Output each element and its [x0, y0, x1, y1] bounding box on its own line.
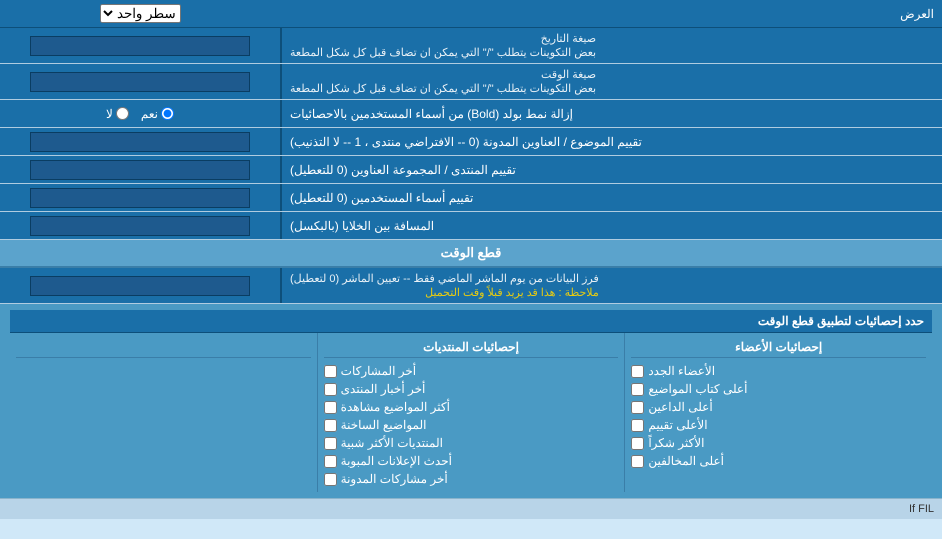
- time-format-label: صيغة الوقت بعض التكوينات يتطلب "/" التي …: [280, 64, 942, 99]
- display-select[interactable]: سطر واحد: [100, 4, 181, 23]
- checkbox-item: المنتديات الأكثر شبية: [324, 434, 619, 452]
- forum-order-label: تقييم المنتدى / المجموعة العناوين (0 للت…: [280, 156, 942, 183]
- forums-col-header: إحصائيات المنتديات: [324, 337, 619, 358]
- checkbox-col-forums: إحصائيات المنتديات أخر المشاركات أخر أخب…: [317, 333, 625, 492]
- users-order-input[interactable]: 0: [30, 188, 250, 208]
- checkbox-most-viewed[interactable]: [324, 401, 337, 414]
- bold-no-radio[interactable]: [116, 107, 129, 120]
- bold-remove-radio-container: نعم لا: [0, 100, 280, 127]
- footer: If FIL: [0, 498, 942, 519]
- checkbox-item: أخر المشاركات: [324, 362, 619, 380]
- checkbox-new-members[interactable]: [631, 365, 644, 378]
- page-title: العرض: [280, 3, 942, 25]
- users-order-input-container: 0: [0, 184, 280, 211]
- spacing-label: المسافة بين الخلايا (بالبكسل): [280, 212, 942, 239]
- checkbox-col-members: إحصائيات الأعضاء الأعضاء الجدد أعلى كتاب…: [624, 333, 932, 492]
- checkboxes-section: حدد إحصائيات لتطبيق قطع الوقت إحصائيات ا…: [0, 304, 942, 498]
- checkbox-item: أكثر المواضيع مشاهدة: [324, 398, 619, 416]
- time-format-input-container: H:i: [0, 64, 280, 99]
- checkbox-last-posts[interactable]: [324, 365, 337, 378]
- stats-limit-header: حدد إحصائيات لتطبيق قطع الوقت: [10, 310, 932, 333]
- checkbox-last-news[interactable]: [324, 383, 337, 396]
- spacing-input-container: 2: [0, 212, 280, 239]
- forum-order-input-container: 33: [0, 156, 280, 183]
- realtime-filter-input-container: 0: [0, 268, 280, 303]
- bold-yes-label[interactable]: نعم: [141, 107, 174, 121]
- bold-yes-radio[interactable]: [161, 107, 174, 120]
- topic-order-input-container: 33: [0, 128, 280, 155]
- checkbox-item: المواضيع الساخنة: [324, 416, 619, 434]
- checkbox-item: الأعضاء الجدد: [631, 362, 926, 380]
- forum-order-row: تقييم المنتدى / المجموعة العناوين (0 للت…: [0, 156, 942, 184]
- checkbox-item: الأكثر شكراً: [631, 434, 926, 452]
- bold-remove-row: إزالة نمط بولد (Bold) من أسماء المستخدمي…: [0, 100, 942, 128]
- checkbox-top-inviters[interactable]: [631, 401, 644, 414]
- time-format-row: صيغة الوقت بعض التكوينات يتطلب "/" التي …: [0, 64, 942, 100]
- checkbox-item: أخر مشاركات المدونة: [324, 470, 619, 488]
- spacing-row: المسافة بين الخلايا (بالبكسل) 2: [0, 212, 942, 240]
- members-col-header: إحصائيات الأعضاء: [631, 337, 926, 358]
- date-format-label: صيغة التاريخ بعض التكوينات يتطلب "/" الت…: [280, 28, 942, 63]
- checkbox-most-similar-forums[interactable]: [324, 437, 337, 450]
- spacing-input[interactable]: 2: [30, 216, 250, 236]
- checkbox-col-right: [10, 333, 317, 492]
- main-container: العرض سطر واحد صيغة التاريخ بعض التكوينا…: [0, 0, 942, 519]
- checkbox-item: الأعلى تقييم: [631, 416, 926, 434]
- checkbox-top-rated[interactable]: [631, 419, 644, 432]
- checkbox-top-violators[interactable]: [631, 455, 644, 468]
- checkbox-item: أحدث الإعلانات المبوبة: [324, 452, 619, 470]
- bold-radio-group: نعم لا: [106, 107, 174, 121]
- realtime-filter-row: فرز البيانات من يوم الماشر الماضي فقط --…: [0, 268, 942, 304]
- checkbox-latest-classified-ads[interactable]: [324, 455, 337, 468]
- date-format-input[interactable]: d-m: [30, 36, 250, 56]
- checkbox-item: أخر أخبار المنتدى: [324, 380, 619, 398]
- checkbox-most-thanks[interactable]: [631, 437, 644, 450]
- top-row: العرض سطر واحد: [0, 0, 942, 28]
- top-dropdown-container: سطر واحد: [0, 2, 280, 25]
- users-order-label: تقييم أسماء المستخدمين (0 للتعطيل): [280, 184, 942, 211]
- checkbox-last-blog-posts[interactable]: [324, 473, 337, 486]
- time-format-input[interactable]: H:i: [30, 72, 250, 92]
- checkbox-top-topic-writers[interactable]: [631, 383, 644, 396]
- checkboxes-grid: إحصائيات الأعضاء الأعضاء الجدد أعلى كتاب…: [10, 333, 932, 492]
- date-format-input-container: d-m: [0, 28, 280, 63]
- topic-order-label: تقييم الموضوع / العناوين المدونة (0 -- ا…: [280, 128, 942, 155]
- forum-order-input[interactable]: 33: [30, 160, 250, 180]
- topic-order-row: تقييم الموضوع / العناوين المدونة (0 -- ا…: [0, 128, 942, 156]
- bold-no-label[interactable]: لا: [106, 107, 129, 121]
- right-col-header: [16, 337, 311, 358]
- realtime-filter-label: فرز البيانات من يوم الماشر الماضي فقط --…: [280, 268, 942, 303]
- checkbox-item: أعلى المخالفين: [631, 452, 926, 470]
- realtime-filter-input[interactable]: 0: [30, 276, 250, 296]
- topic-order-input[interactable]: 33: [30, 132, 250, 152]
- checkbox-item: أعلى الداعين: [631, 398, 926, 416]
- realtime-section-header: قطع الوقت: [0, 240, 942, 268]
- checkbox-item: أعلى كتاب المواضيع: [631, 380, 926, 398]
- date-format-row: صيغة التاريخ بعض التكوينات يتطلب "/" الت…: [0, 28, 942, 64]
- users-order-row: تقييم أسماء المستخدمين (0 للتعطيل) 0: [0, 184, 942, 212]
- bold-remove-label: إزالة نمط بولد (Bold) من أسماء المستخدمي…: [280, 100, 942, 127]
- checkbox-hot-topics[interactable]: [324, 419, 337, 432]
